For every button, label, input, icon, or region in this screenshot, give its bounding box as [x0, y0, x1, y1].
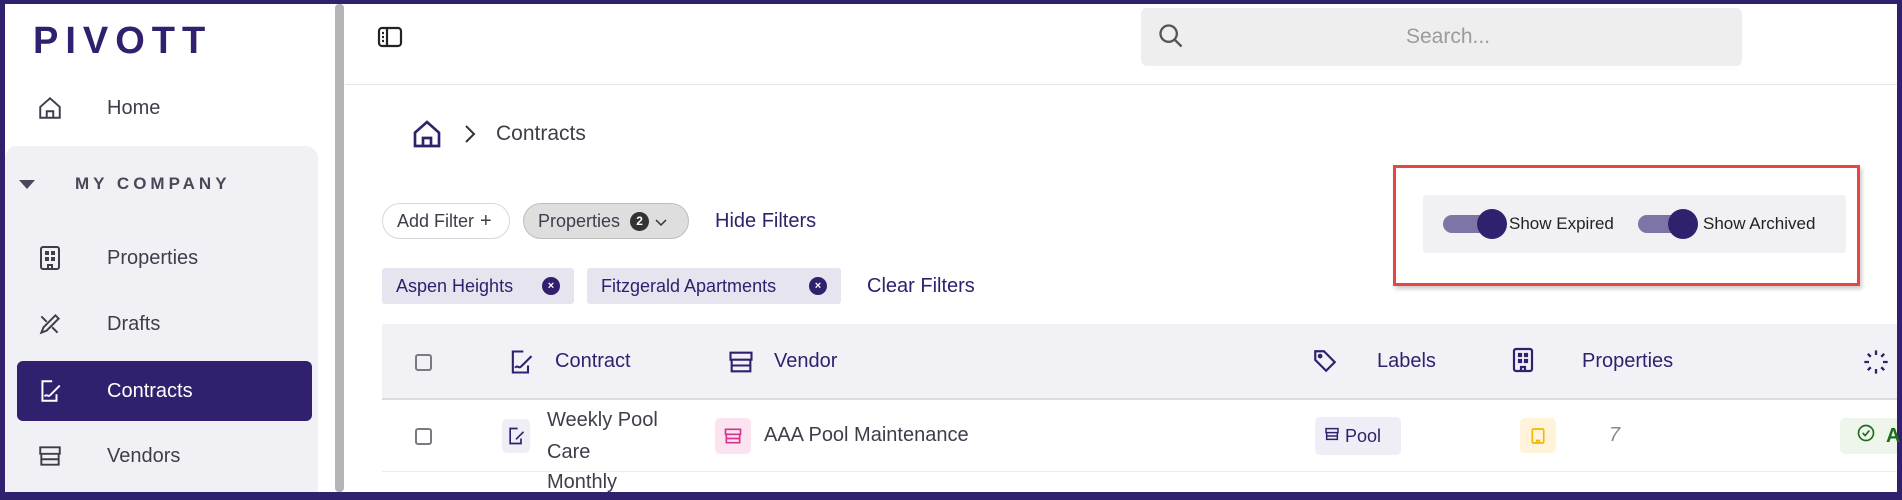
toggle-panel: Show Expired Show Archived: [1423, 195, 1846, 253]
table-header: Contract Vendor Labels Properties: [382, 324, 1897, 400]
contract-icon: [502, 419, 530, 453]
caret-down-icon: [19, 179, 35, 189]
vendor-name[interactable]: AAA Pool Maintenance: [764, 424, 969, 447]
column-header-contract[interactable]: Contract: [555, 350, 631, 373]
app-window: PIVOTT Home MY COMPANY Properties Drafts…: [5, 4, 1901, 492]
sidebar-toggle-icon[interactable]: [377, 26, 403, 53]
pencil-ruler-icon: [35, 311, 65, 337]
sidebar-item-label: Contracts: [107, 379, 193, 402]
clear-filters-link[interactable]: Clear Filters: [867, 275, 975, 298]
sidebar-scrollbar[interactable]: [335, 4, 344, 492]
chevron-down-icon: [655, 211, 667, 232]
store-icon: [35, 443, 65, 469]
store-icon: [1324, 426, 1340, 447]
sidebar-item-drafts[interactable]: Drafts: [17, 294, 312, 354]
show-expired-toggle[interactable]: [1443, 209, 1507, 239]
logo: PIVOTT: [33, 20, 213, 62]
sidebar-item-properties[interactable]: Properties: [17, 228, 312, 288]
main-content: Search... Contracts Add Filter + Properti…: [345, 4, 1901, 492]
status-badge: A: [1840, 418, 1901, 454]
plus-icon: +: [480, 209, 492, 232]
search-input[interactable]: Search...: [1141, 8, 1742, 66]
filter-count-badge: 2: [630, 211, 650, 231]
contract-name-line: Care: [547, 441, 591, 463]
contract-icon: [507, 348, 535, 381]
store-icon: [727, 348, 755, 381]
hide-filters-link[interactable]: Hide Filters: [715, 210, 816, 233]
sidebar-item-label: Vendors: [107, 444, 181, 467]
property-building-icon: [1520, 418, 1556, 453]
chip-label: Aspen Heights: [396, 275, 514, 296]
properties-filter-label: Properties: [538, 210, 621, 231]
properties-filter-dropdown[interactable]: Properties 2: [523, 203, 689, 239]
sidebar-item-label: Drafts: [107, 312, 161, 335]
search-placeholder: Search...: [1406, 25, 1491, 48]
table-row[interactable]: Weekly Pool Care AAA Pool Maintenance Poo…: [382, 400, 1901, 472]
toggle-knob: [1668, 209, 1698, 239]
remove-chip-icon[interactable]: ×: [542, 277, 560, 295]
chip-label: Fitzgerald Apartments: [601, 275, 777, 296]
remove-chip-icon[interactable]: ×: [809, 277, 827, 295]
contract-name[interactable]: Monthly: [547, 472, 617, 492]
select-all-checkbox[interactable]: [415, 354, 432, 371]
company-section-toggle[interactable]: MY COMPANY: [19, 174, 231, 194]
check-circle-icon: [1856, 423, 1876, 449]
contract-name-line: Weekly Pool: [547, 409, 658, 431]
home-icon: [35, 95, 65, 121]
sidebar: PIVOTT Home MY COMPANY Properties Drafts…: [5, 4, 335, 492]
building-icon: [35, 245, 65, 271]
sidebar-item-contracts[interactable]: Contracts: [17, 361, 312, 421]
building-icon: [1512, 346, 1534, 379]
filter-chip: Fitzgerald Apartments ×: [587, 268, 841, 304]
properties-count: 7: [1609, 424, 1621, 446]
add-filter-button[interactable]: Add Filter +: [382, 203, 510, 239]
tag-icon: [1312, 348, 1338, 379]
breadcrumb-current: Contracts: [496, 122, 586, 145]
show-archived-label: Show Archived: [1703, 214, 1816, 233]
vendor-store-icon: [715, 418, 751, 454]
status-text: A: [1886, 424, 1901, 447]
row-checkbox[interactable]: [415, 428, 432, 445]
sidebar-item-label: Properties: [107, 246, 199, 269]
column-header-labels[interactable]: Labels: [1377, 350, 1436, 373]
sidebar-item-vendors[interactable]: Vendors: [17, 426, 312, 486]
breadcrumb-home-icon[interactable]: [411, 118, 443, 155]
contract-name[interactable]: Weekly Pool Care: [547, 404, 658, 468]
sidebar-item-label: Home: [107, 96, 161, 119]
breadcrumb-chevron-icon: [463, 124, 477, 149]
toggle-knob: [1477, 209, 1507, 239]
search-icon: [1157, 22, 1185, 56]
contract-icon: [35, 378, 65, 404]
label-text: Pool: [1345, 425, 1382, 446]
status-spinner-icon: [1862, 348, 1890, 381]
filter-chip: Aspen Heights ×: [382, 268, 574, 304]
show-archived-toggle[interactable]: [1638, 209, 1698, 239]
add-filter-label: Add Filter: [397, 210, 475, 231]
show-expired-label: Show Expired: [1509, 214, 1614, 233]
label-chip: Pool: [1315, 417, 1401, 455]
column-header-properties[interactable]: Properties: [1582, 350, 1673, 373]
sidebar-item-home[interactable]: Home: [17, 78, 312, 138]
column-header-vendor[interactable]: Vendor: [774, 350, 837, 373]
section-heading: MY COMPANY: [75, 174, 231, 193]
